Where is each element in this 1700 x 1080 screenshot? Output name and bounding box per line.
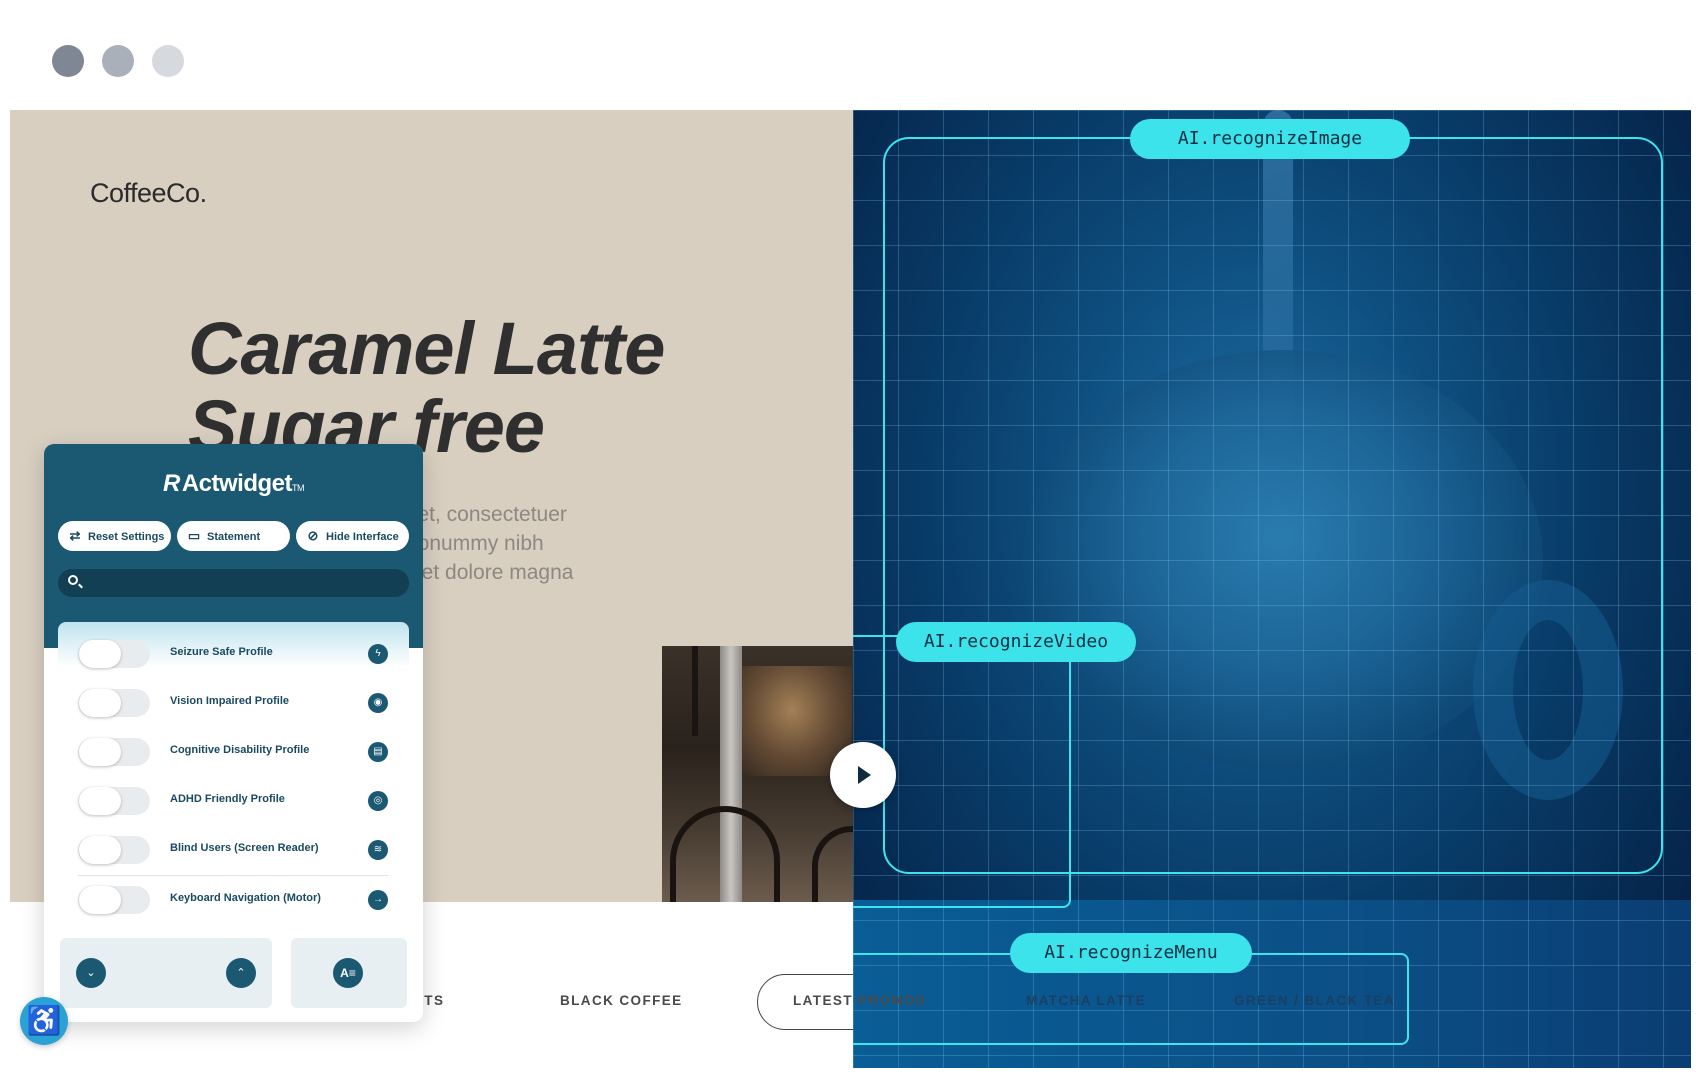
widget-brand-tm: TM xyxy=(292,483,305,493)
window-maximize-dot[interactable] xyxy=(152,45,184,77)
keyboard-toggle[interactable] xyxy=(78,886,150,914)
profile-label: Cognitive Disability Profile xyxy=(170,744,310,756)
profile-row-adhd[interactable]: ADHD Friendly Profile ◎ xyxy=(78,777,388,825)
profile-label: Blind Users (Screen Reader) xyxy=(170,842,319,854)
site-logo[interactable]: CoffeeCo. xyxy=(90,178,207,209)
cafe-chair xyxy=(812,826,858,902)
cognitive-toggle[interactable] xyxy=(78,738,150,766)
actwidget-panel: RActwidgetTM ⇄ Reset Settings ▭ Statement … xyxy=(44,444,423,1022)
cafe-video-thumbnail[interactable] xyxy=(662,646,858,902)
profile-row-seizure[interactable]: Seizure Safe Profile ϟ xyxy=(78,630,388,678)
bolt-icon: ϟ xyxy=(368,644,388,664)
eye-icon: ◉ xyxy=(368,693,388,713)
blind-toggle[interactable] xyxy=(78,836,150,864)
profile-row-keyboard[interactable]: Keyboard Navigation (Motor) → xyxy=(78,875,388,923)
hide-interface-label: Hide Interface xyxy=(326,531,399,543)
recognize-video-tag: AI.recognizeVideo xyxy=(896,622,1136,662)
statement-icon: ▭ xyxy=(187,528,201,543)
profile-label: Vision Impaired Profile xyxy=(170,695,289,707)
content-scale-control: ⌄ ⌃ xyxy=(60,938,272,1008)
widget-logo-icon: R xyxy=(162,470,180,497)
window-minimize-dot[interactable] xyxy=(102,45,134,77)
vision-toggle[interactable] xyxy=(78,689,150,717)
reset-settings-button[interactable]: ⇄ Reset Settings xyxy=(58,521,171,551)
profile-label: ADHD Friendly Profile xyxy=(170,793,285,805)
hero-headline: Caramel Latte Sugar free xyxy=(188,307,665,466)
cafe-chair xyxy=(670,806,780,902)
soundwave-icon: ≋ xyxy=(368,840,388,860)
statement-label: Statement xyxy=(207,531,261,543)
widget-brand: RActwidgetTM xyxy=(44,470,423,498)
statement-button[interactable]: ▭ Statement xyxy=(177,521,290,551)
nav-black-coffee[interactable]: BLACK COFFEE xyxy=(560,993,683,1008)
search-icon xyxy=(68,575,78,585)
seizure-toggle[interactable] xyxy=(78,640,150,668)
font-adjust-icon[interactable]: A≡ xyxy=(333,958,363,988)
widget-brand-name: Actwidget xyxy=(181,470,293,497)
adhd-toggle[interactable] xyxy=(78,787,150,815)
cafe-lamp xyxy=(692,646,698,736)
widget-search-input[interactable] xyxy=(58,569,409,597)
profile-label: Keyboard Navigation (Motor) xyxy=(170,892,321,904)
profile-label: Seizure Safe Profile xyxy=(170,646,273,658)
decrease-button[interactable]: ⌄ xyxy=(76,958,106,988)
play-video-button[interactable] xyxy=(830,742,896,808)
reset-icon: ⇄ xyxy=(69,528,81,543)
profile-row-vision[interactable]: Vision Impaired Profile ◉ xyxy=(78,679,388,727)
arrow-right-icon: → xyxy=(368,890,388,910)
recognize-menu-tag: AI.recognizeMenu xyxy=(1010,933,1252,973)
accessibility-toggle-button[interactable]: ♿ xyxy=(20,997,68,1045)
window-close-dot[interactable] xyxy=(52,45,84,77)
target-icon: ◎ xyxy=(368,791,388,811)
hide-interface-button[interactable]: ⊘ Hide Interface xyxy=(296,521,409,551)
reset-settings-label: Reset Settings xyxy=(88,531,165,543)
screenshot-stage: CoffeeCo. Caramel Latte Sugar free met, … xyxy=(0,0,1700,1080)
headline-line-1: Caramel Latte xyxy=(188,307,665,390)
profile-row-blind[interactable]: Blind Users (Screen Reader) ≋ xyxy=(78,826,388,874)
profile-row-cognitive[interactable]: Cognitive Disability Profile ▤ xyxy=(78,728,388,776)
brain-icon: ▤ xyxy=(368,742,388,762)
increase-button[interactable]: ⌃ xyxy=(226,958,256,988)
eye-off-icon: ⊘ xyxy=(307,528,319,543)
recognize-image-tag: AI.recognizeImage xyxy=(1130,119,1410,159)
font-control: A≡ xyxy=(291,938,407,1008)
